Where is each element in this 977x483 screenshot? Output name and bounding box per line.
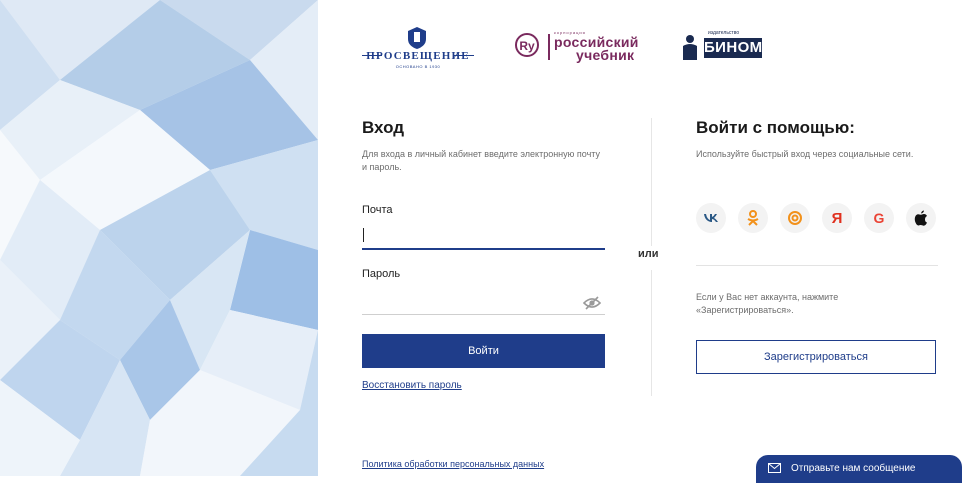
email-label: Почта <box>362 204 393 216</box>
social-login: Войти с помощью: Используйте быстрый вхо… <box>696 118 938 374</box>
vertical-divider-top <box>651 118 652 246</box>
login-form: Вход Для входа в личный кабинет введите … <box>362 118 605 391</box>
logo-prosv-name: ПРОСВЕЩЕНИЕ <box>366 50 470 62</box>
vertical-divider-bottom <box>651 270 652 396</box>
crest-icon <box>408 27 426 49</box>
chat-widget-button[interactable]: Отправьте нам сообщение <box>756 455 962 483</box>
reading-figure-icon <box>683 35 697 60</box>
logo-rossiyskiy-uchebnik: Ry корпорация российский учебник <box>514 30 644 66</box>
svg-text:Ry: Ry <box>519 39 535 53</box>
restore-password-link[interactable]: Восстановить пароль <box>362 380 462 391</box>
mailru-icon[interactable] <box>780 203 810 233</box>
no-account-text: Если у Вас нет аккаунта, нажмите «Зареги… <box>696 292 839 315</box>
ru-emblem-icon: Ry <box>515 33 539 57</box>
logo-ru-bar <box>548 34 550 60</box>
logo-binom-name: БИНОМ <box>704 38 763 58</box>
apple-icon[interactable] <box>906 203 936 233</box>
google-icon[interactable]: G <box>864 203 894 233</box>
eye-off-icon[interactable] <box>583 296 601 310</box>
social-icons: Я G <box>696 203 938 237</box>
email-field[interactable] <box>362 224 605 250</box>
logo-ru-line2: учебник <box>576 47 635 63</box>
chat-widget-label: Отправьте нам сообщение <box>791 463 916 474</box>
yandex-icon[interactable]: Я <box>822 203 852 233</box>
privacy-policy-link[interactable]: Политика обработки персональных данных <box>362 459 544 469</box>
social-divider <box>696 265 938 266</box>
login-description: Для входа в личный кабинет введите элект… <box>362 149 600 172</box>
password-field[interactable] <box>362 292 605 315</box>
login-button[interactable]: Войти <box>362 334 605 368</box>
background-art <box>0 0 318 476</box>
odnoklassniki-icon[interactable] <box>738 203 768 233</box>
logo-binom-pub: издательство <box>708 30 740 36</box>
login-title: Вход <box>362 118 405 137</box>
vk-icon[interactable] <box>696 203 726 233</box>
text-caret <box>363 228 364 242</box>
social-description: Используйте быстрый вход через социальны… <box>696 149 914 159</box>
social-title: Войти с помощью: <box>696 118 855 137</box>
logo-prosveshchenie: ПРОСВЕЩЕНИЕ ОСНОВАНО В 1930 <box>362 24 474 72</box>
logo-binom: издательство БИНОМ <box>680 30 780 66</box>
password-label: Пароль <box>362 268 401 280</box>
or-separator: или <box>638 248 659 260</box>
register-button[interactable]: Зарегистрироваться <box>696 340 936 374</box>
envelope-icon <box>768 463 781 473</box>
logo-prosv-since: ОСНОВАНО В 1930 <box>395 64 441 69</box>
